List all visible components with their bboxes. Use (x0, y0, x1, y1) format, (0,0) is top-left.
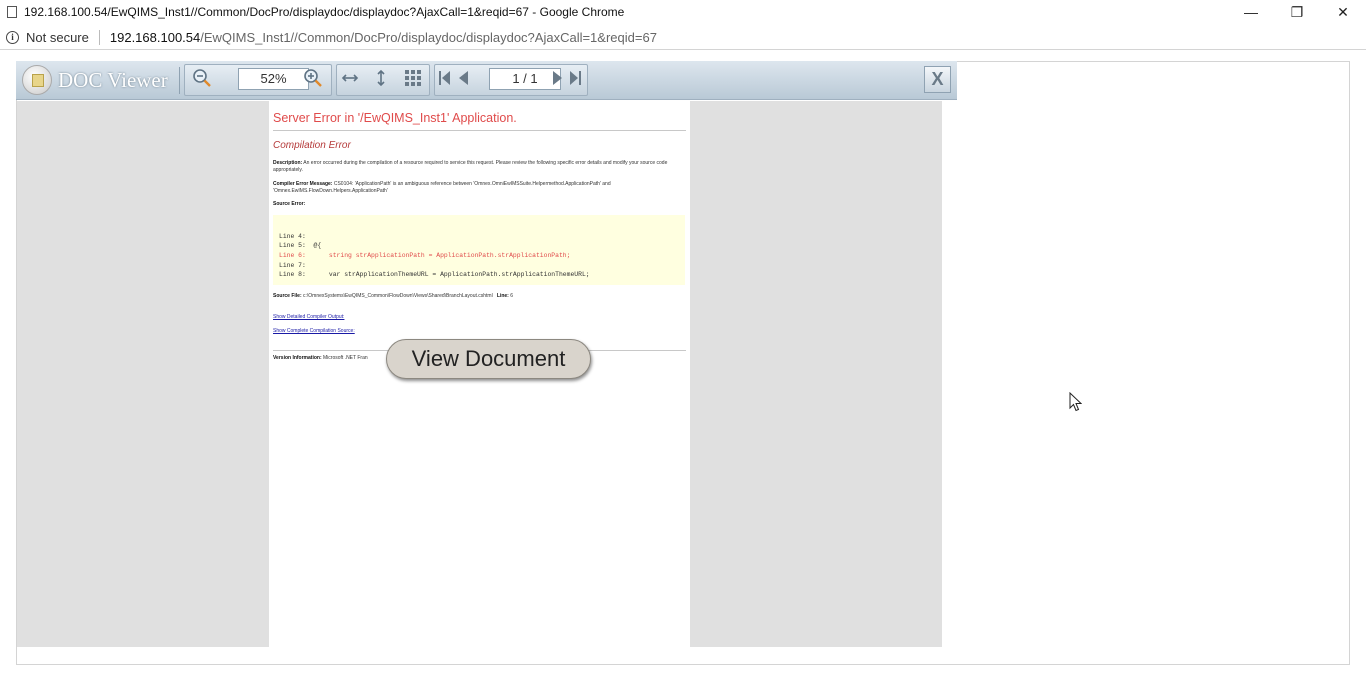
compiler-message-label: Compiler Error Message: (273, 181, 333, 187)
compiler-message-block: Compiler Error Message: CS0104: 'Applica… (273, 181, 685, 194)
grid-icon[interactable] (400, 65, 426, 91)
fit-width-icon[interactable] (337, 65, 363, 91)
security-label[interactable]: Not secure (26, 30, 89, 45)
window-close-button[interactable]: ✕ (1320, 0, 1366, 24)
url-host[interactable]: 192.168.100.54 (110, 30, 200, 45)
zoom-input[interactable]: 52% (238, 68, 309, 90)
info-icon[interactable]: i (6, 30, 19, 44)
prev-page-icon[interactable] (454, 65, 472, 91)
complete-source-link[interactable]: Show Complete Compilation Source: (273, 328, 355, 334)
description-label: Description: (273, 160, 303, 166)
line-value: 6 (510, 293, 514, 299)
divider (273, 130, 686, 131)
line-label: Line: (496, 293, 509, 299)
window-controls: — ❐ ✕ (1228, 0, 1366, 24)
code-line: Line 5: @{ (279, 242, 322, 249)
zoom-out-icon[interactable] (189, 65, 215, 91)
address-separator (98, 29, 100, 45)
description-block: Description: An error occurred during th… (273, 160, 685, 173)
restore-button[interactable]: ❐ (1274, 0, 1320, 24)
url-path[interactable]: /EwQIMS_Inst1//Common/DocPro/displaydoc/… (200, 30, 657, 45)
window-titlebar: 192.168.100.54/EwQIMS_Inst1//Common/DocP… (0, 0, 1366, 24)
source-file-label: Source File: (273, 293, 302, 299)
description-text: An error occurred during the compilation… (273, 160, 668, 173)
page-icon (7, 6, 17, 18)
code-line: Line 8: var strApplicationThemeURL = App… (279, 271, 590, 278)
source-code-box: Line 4: Line 5: @{ Line 6: string strApp… (273, 215, 685, 285)
error-title: Server Error in '/EwQIMS_Inst1' Applicat… (273, 111, 517, 125)
error-subtitle: Compilation Error (273, 140, 351, 151)
address-bar[interactable]: i Not secure 192.168.100.54 /EwQIMS_Inst… (0, 25, 1366, 50)
next-page-icon[interactable] (549, 65, 567, 91)
window-title: 192.168.100.54/EwQIMS_Inst1//Common/DocP… (24, 5, 625, 19)
app-title: DOC Viewer (58, 68, 168, 92)
viewer-toolbar: DOC Viewer 52% 1 / 1 (16, 61, 957, 100)
code-line: Line 7: (279, 262, 306, 269)
source-file-text: c:\OmnexSystems\EwQIMS_Common\FlowDown\V… (303, 293, 493, 299)
source-error-block: Source Error: (273, 201, 685, 208)
version-label: Version Information: (273, 355, 322, 361)
minimize-button[interactable]: — (1228, 0, 1274, 24)
version-text: Microsoft .NET Fran (323, 355, 368, 361)
code-line: Line 4: (279, 233, 306, 240)
detailed-output-link[interactable]: Show Detailed Compiler Output: (273, 314, 344, 320)
source-error-label: Source Error: (273, 201, 306, 207)
first-page-icon[interactable] (435, 65, 453, 91)
view-document-button[interactable]: View Document (386, 339, 591, 379)
mouse-cursor-icon (1069, 391, 1083, 417)
viewer-close-button[interactable]: X (924, 66, 951, 93)
source-file-block: Source File: c:\OmnexSystems\EwQIMS_Comm… (273, 293, 685, 300)
fit-height-icon[interactable] (368, 65, 394, 91)
doc-viewer-logo-icon (22, 65, 52, 95)
last-page-icon[interactable] (567, 65, 585, 91)
code-line-error: Line 6: string strApplicationPath = Appl… (279, 252, 571, 259)
toolbar-divider (179, 67, 180, 94)
zoom-in-icon[interactable] (300, 65, 326, 91)
